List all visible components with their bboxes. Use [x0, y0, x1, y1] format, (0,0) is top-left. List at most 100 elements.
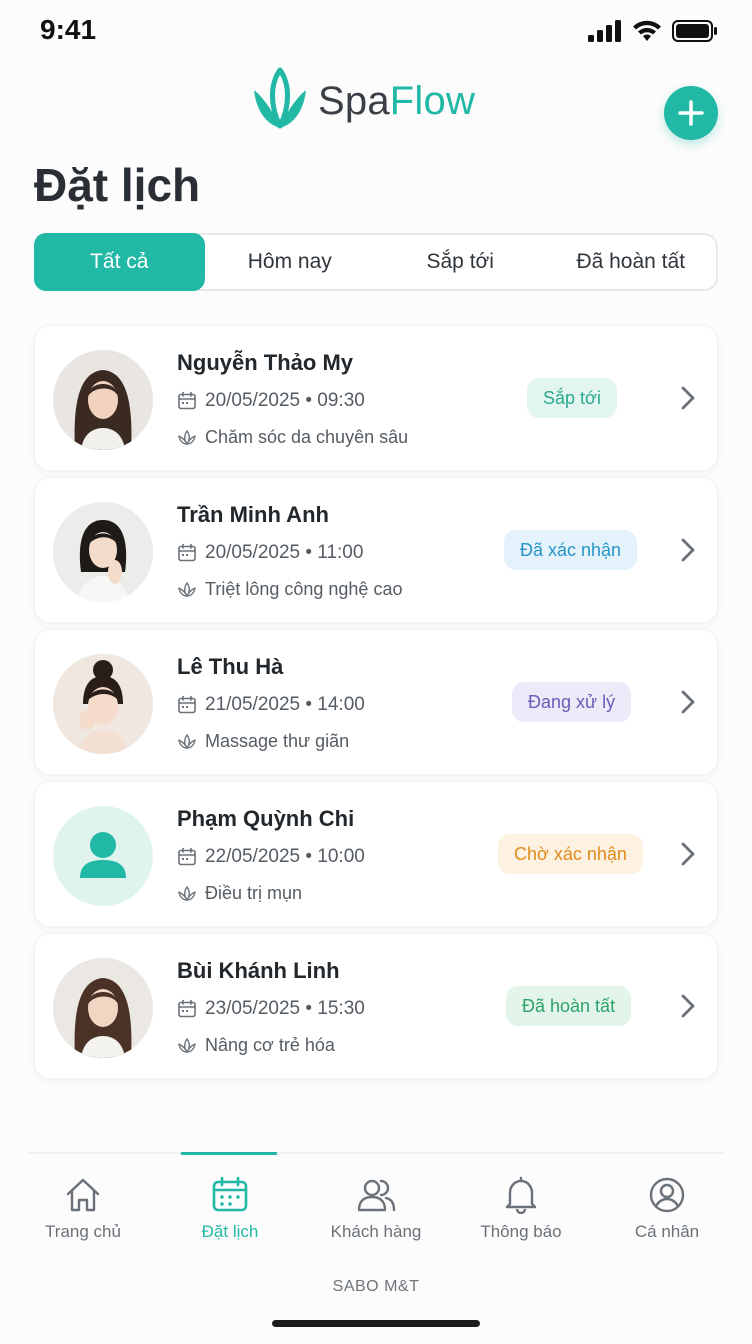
- user-placeholder-icon: [80, 832, 126, 878]
- booking-service: Chăm sóc da chuyên sâu: [177, 427, 408, 448]
- lotus-logo-icon: [254, 67, 306, 129]
- add-booking-button[interactable]: [664, 86, 718, 140]
- page-title: Đặt lịch: [34, 159, 201, 211]
- service-text: Nâng cơ trẻ hóa: [205, 1035, 335, 1055]
- calendar-icon: [178, 999, 196, 1018]
- calendar-icon: [178, 543, 196, 562]
- booking-service: Massage thư giãn: [177, 731, 349, 752]
- chevron-right-icon: [681, 386, 695, 410]
- tab-completed[interactable]: Đã hoàn tất: [546, 235, 717, 289]
- calendar-icon: [178, 847, 196, 866]
- booking-datetime: 23/05/2025 • 15:30: [177, 998, 365, 1020]
- datetime-text: 20/05/2025 • 09:30: [205, 390, 365, 411]
- avatar: [53, 502, 153, 602]
- nav-label: Thông báo: [480, 1222, 562, 1241]
- chevron-right-icon: [681, 994, 695, 1018]
- lotus-icon: [178, 1037, 196, 1053]
- lotus-icon: [178, 733, 196, 749]
- service-text: Chăm sóc da chuyên sâu: [205, 427, 409, 447]
- battery-icon: [672, 20, 717, 42]
- calendar-icon: [178, 695, 196, 714]
- signal-icon: [588, 20, 621, 42]
- active-tab-indicator: [181, 1152, 277, 1155]
- customer-name: Nguyễn Thảo My: [177, 350, 354, 375]
- datetime-text: 23/05/2025 • 15:30: [205, 998, 365, 1019]
- footer-brand: SABO M&T: [332, 1278, 420, 1295]
- profile-icon: [649, 1177, 685, 1213]
- chevron-right-icon: [681, 842, 695, 866]
- nav-item-bookings[interactable]: Đặt lịch: [165, 1176, 295, 1242]
- datetime-text: 21/05/2025 • 14:00: [205, 694, 365, 715]
- avatar: [53, 350, 153, 450]
- datetime-text: 20/05/2025 • 11:00: [205, 542, 364, 563]
- nav-item-customers[interactable]: Khách hàng: [311, 1176, 441, 1242]
- logo-text-flow: Flow: [389, 78, 476, 123]
- tab-all[interactable]: Tất cả: [34, 233, 205, 291]
- filter-tabs: Tất cả Hôm nay Sắp tới Đã hoàn tất: [34, 233, 718, 291]
- booking-card[interactable]: Lê Thu Hà 21/05/2025 • 14:00 Massage thư…: [34, 629, 718, 775]
- customer-name: Bùi Khánh Linh: [177, 958, 340, 983]
- wifi-icon: [633, 20, 661, 41]
- booking-datetime: 21/05/2025 • 14:00: [177, 694, 365, 716]
- status-icons: [588, 20, 718, 42]
- avatar: [53, 958, 153, 1058]
- chevron-right-icon: [681, 690, 695, 714]
- logo-text: SpaFlow: [318, 79, 475, 124]
- service-text: Triệt lông công nghệ cao: [205, 579, 403, 599]
- lotus-icon: [178, 581, 196, 597]
- calendar-icon: [178, 391, 196, 410]
- booking-datetime: 22/05/2025 • 10:00: [177, 846, 365, 868]
- customer-photo: [53, 350, 153, 450]
- booking-card[interactable]: Trần Minh Anh 20/05/2025 • 11:00 Triệt l…: [34, 477, 718, 623]
- logo-text-spa: Spa: [318, 78, 390, 123]
- status-badge: Sắp tới: [527, 378, 617, 418]
- service-text: Điều trị mụn: [205, 883, 303, 903]
- booking-datetime: 20/05/2025 • 09:30: [177, 390, 365, 412]
- app-logo: SpaFlow: [250, 66, 475, 136]
- customer-photo: [53, 958, 153, 1058]
- nav-label: Đặt lịch: [201, 1222, 259, 1241]
- status-badge: Đã hoàn tất: [506, 986, 632, 1026]
- nav-label: Trang chủ: [45, 1222, 121, 1241]
- status-time: 9:41: [40, 14, 97, 45]
- status-badge: Chờ xác nhận: [498, 834, 643, 874]
- tab-upcoming[interactable]: Sắp tới: [375, 235, 546, 289]
- booking-list: Nguyễn Thảo My 20/05/2025 • 09:30 Chăm s…: [34, 325, 718, 1085]
- booking-card[interactable]: Nguyễn Thảo My 20/05/2025 • 09:30 Chăm s…: [34, 325, 718, 471]
- customer-name: Lê Thu Hà: [177, 654, 284, 679]
- nav-label: Cá nhân: [634, 1222, 700, 1241]
- calendar-icon: [212, 1176, 248, 1212]
- plus-icon: [678, 100, 704, 126]
- customer-photo: [53, 654, 153, 754]
- booking-card[interactable]: Bùi Khánh Linh 23/05/2025 • 15:30 Nâng c…: [34, 933, 718, 1079]
- screen: 9:41 SpaFlow Đặt lịch Tất cả Hôm nay Sắp…: [0, 0, 752, 1344]
- bottom-nav: Trang chủ Đặt lịch Khách hàng Thông báo …: [28, 1152, 724, 1252]
- nav-label: Khách hàng: [330, 1222, 422, 1241]
- customer-name: Phạm Quỳnh Chi: [177, 806, 355, 831]
- status-badge: Đã xác nhận: [504, 530, 638, 570]
- booking-service: Nâng cơ trẻ hóa: [177, 1035, 335, 1056]
- lotus-icon: [178, 429, 196, 445]
- booking-card[interactable]: Phạm Quỳnh Chi 22/05/2025 • 10:00 Điều t…: [34, 781, 718, 927]
- status-badge: Đang xử lý: [512, 682, 632, 722]
- booking-service: Điều trị mụn: [177, 883, 302, 904]
- customer-name: Trần Minh Anh: [177, 502, 329, 527]
- status-bar: 9:41: [0, 0, 752, 64]
- customers-icon: [357, 1179, 396, 1212]
- avatar-placeholder: [53, 806, 153, 906]
- nav-item-notifications[interactable]: Thông báo: [456, 1176, 586, 1242]
- tab-today[interactable]: Hôm nay: [205, 235, 376, 289]
- lotus-icon: [178, 885, 196, 901]
- datetime-text: 22/05/2025 • 10:00: [205, 846, 365, 867]
- nav-item-profile[interactable]: Cá nhân: [602, 1176, 732, 1242]
- nav-item-home[interactable]: Trang chủ: [18, 1176, 148, 1242]
- home-indicator: [272, 1320, 480, 1327]
- booking-service: Triệt lông công nghệ cao: [177, 579, 402, 600]
- customer-photo: [53, 502, 153, 602]
- service-text: Massage thư giãn: [205, 731, 350, 751]
- avatar: [53, 654, 153, 754]
- chevron-right-icon: [681, 538, 695, 562]
- home-icon: [66, 1178, 100, 1212]
- booking-datetime: 20/05/2025 • 11:00: [177, 542, 363, 564]
- bell-icon: [505, 1176, 537, 1214]
